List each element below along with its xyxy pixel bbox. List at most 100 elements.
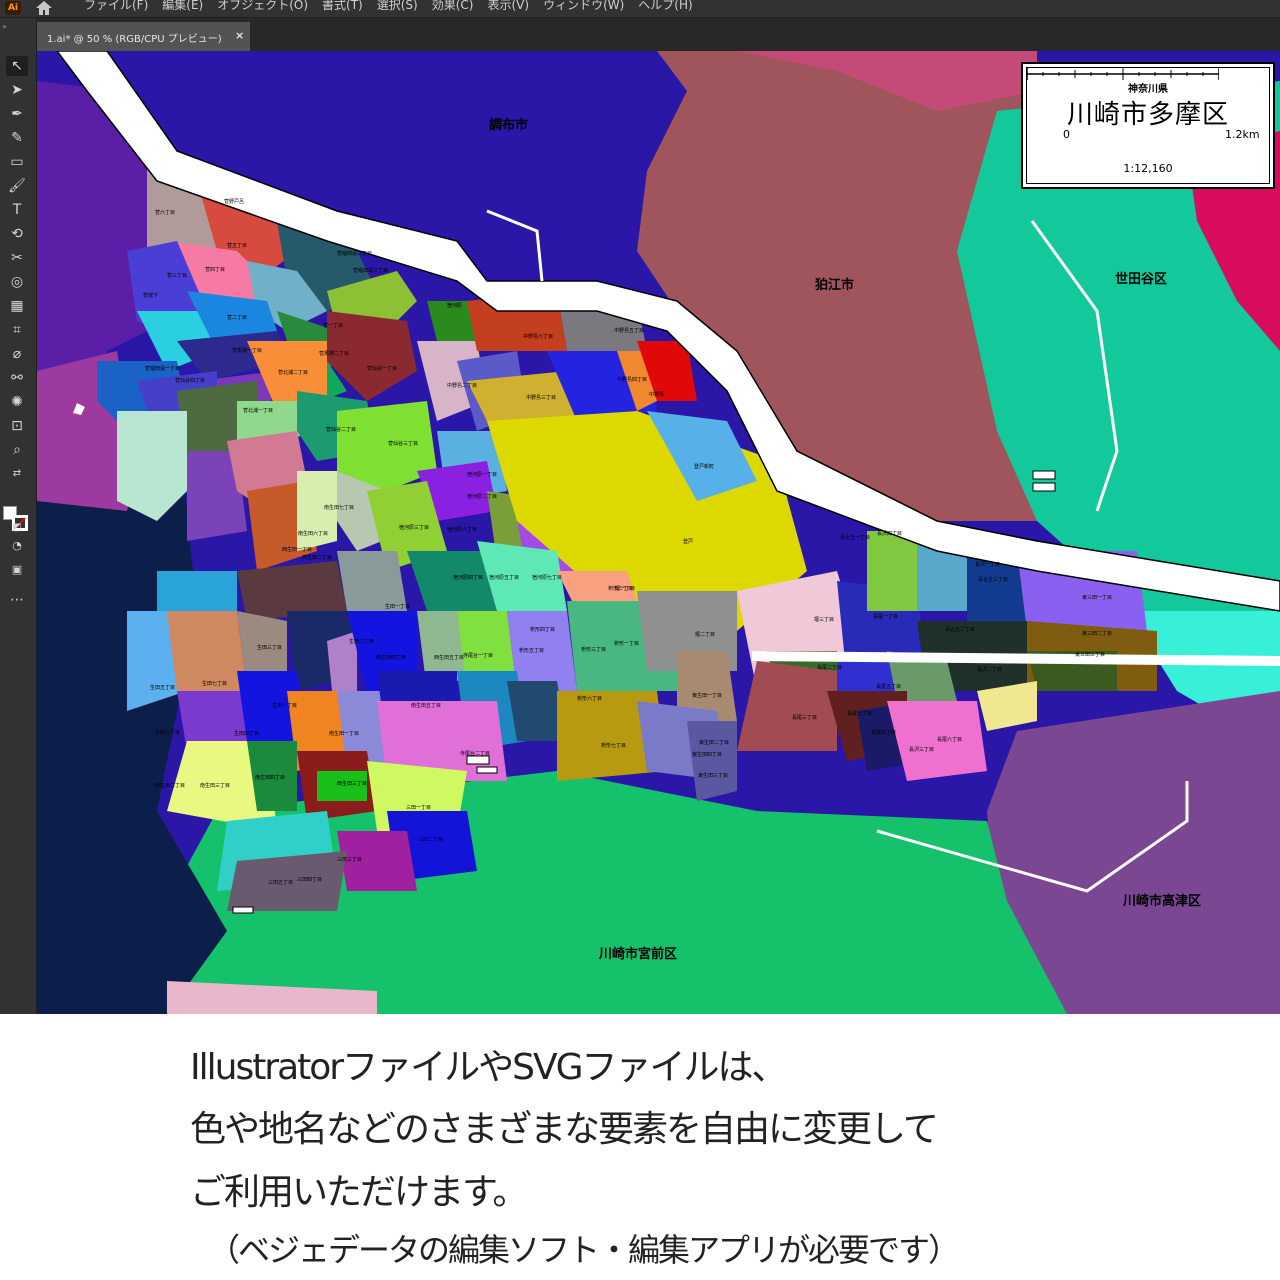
swap-colors-icon[interactable]: ⇄ — [6, 464, 28, 484]
town-label: 菅仙谷三丁目 — [388, 440, 418, 447]
zoom-tool-icon[interactable]: ⌕ — [6, 440, 28, 460]
town-label: 枡形六丁目 — [577, 695, 602, 702]
ward-title: 川崎市多摩区 — [1066, 100, 1229, 130]
scissors-tool-icon[interactable]: ✂ — [6, 248, 28, 268]
town-label: 長尾六丁目 — [937, 736, 962, 743]
panel-grip-icon[interactable]: » — [2, 22, 7, 31]
town-label: 西生田五丁目 — [434, 654, 464, 661]
town-label: 登戸 — [683, 538, 693, 545]
town-label: 堰二丁目 — [695, 631, 715, 638]
close-tab-icon[interactable]: × — [235, 29, 244, 42]
scale-ratio-label: 1:12,160 — [1123, 162, 1173, 175]
town-label: 菅仙谷四丁目 — [175, 377, 205, 384]
town-label: 菅六丁目 — [155, 209, 175, 216]
caption-line-3: ご利用いただけます。 — [190, 1172, 528, 1213]
town-label: 生田六丁目 — [155, 729, 180, 736]
scale-max-label: 1.2km — [1225, 128, 1260, 141]
caption-line-4: （ベジェデータの編集ソフト・編集アプリが必要です） — [208, 1231, 960, 1269]
selection-tool-icon[interactable]: ↖ — [6, 56, 28, 76]
town-label: 寺尾台二丁目 — [460, 750, 490, 757]
menu-item[interactable]: 編集(E) — [162, 0, 203, 14]
town-label: 生田一丁目 — [385, 603, 410, 610]
document-tab[interactable]: 1.ai* @ 50 % (RGB/CPU プレビュー) × — [37, 22, 250, 51]
town-label: 百合丘一丁目 — [840, 534, 870, 541]
map-title-frame: 神奈川県 川崎市多摩区 0 1.2km 1:12,160 — [1026, 67, 1270, 184]
menu-item[interactable]: ウィンドウ(W) — [543, 0, 624, 14]
town-label: 菅北浦二丁目 — [278, 369, 308, 376]
screen-mode-icon[interactable]: ▣ — [6, 560, 28, 580]
town-label: 長沢四丁目 — [877, 530, 902, 537]
artboard-tool-icon[interactable]: ⊡ — [6, 416, 28, 436]
town-label: 三田四丁目 — [297, 877, 322, 883]
home-icon[interactable] — [34, 0, 54, 16]
town-label: 三田二丁目 — [418, 837, 443, 843]
town-label: 堰三丁目 — [814, 616, 834, 623]
town-label: 東生田二丁目 — [699, 739, 729, 746]
symbol-sprayer-tool-icon[interactable]: ✺ — [6, 392, 28, 412]
town-label: 西生田三丁目 — [337, 780, 367, 787]
blend-tool-icon[interactable]: ⚯ — [6, 368, 28, 388]
label-takatsu: 川崎市高津区 — [1122, 893, 1201, 909]
town-label: 枡形四丁目 — [530, 626, 555, 633]
label-miyamae: 川崎市宮前区 — [598, 946, 677, 962]
town-label: 枡形一丁目 — [614, 640, 639, 647]
town-label: 中野島二丁目 — [447, 382, 477, 389]
type-tool-icon[interactable]: T — [6, 200, 28, 220]
gradient-tool-icon[interactable]: ▦ — [6, 296, 28, 316]
town-label: 東生田四丁目 — [692, 751, 722, 758]
edit-toolbar-icon[interactable]: ⋯ — [6, 590, 28, 610]
prefecture-label: 神奈川県 — [1128, 84, 1168, 95]
eyedropper-tool-icon[interactable]: ⌀ — [6, 344, 28, 364]
label-komae: 狛江市 — [814, 277, 854, 293]
paintbrush-tool-icon[interactable]: 🖌 — [6, 176, 28, 196]
town-label: 長沢三丁目 — [909, 746, 934, 753]
town-label: 中野島 — [649, 391, 664, 398]
warp-tool-icon[interactable]: ◎ — [6, 272, 28, 292]
town-label: 南生田四丁目 — [255, 774, 285, 781]
direct-selection-tool-icon[interactable]: ➤ — [6, 80, 28, 100]
town-label: 東生田一丁目 — [692, 692, 722, 699]
rotate-tool-icon[interactable]: ⟲ — [6, 224, 28, 244]
town-label: 東三田二丁目 — [1082, 630, 1112, 637]
town-label: 菅馬場一丁目 — [232, 347, 262, 354]
mesh-tool-icon[interactable]: ⌗ — [6, 320, 28, 340]
town-label: 三田五丁目 — [268, 880, 293, 886]
town-label: 長尾四丁目 — [871, 730, 896, 736]
color-mode-icon[interactable]: ◩ — [6, 518, 28, 538]
menu-item[interactable]: 書式(T) — [322, 0, 363, 14]
town-label: 長尾三丁目 — [792, 715, 817, 721]
town-label: 菅北浦一丁目 — [243, 407, 273, 414]
document-tab-bar: 1.ai* @ 50 % (RGB/CPU プレビュー) × — [37, 18, 1280, 51]
town-label: 南生田三丁目 — [200, 782, 230, 789]
rectangle-tool-icon[interactable]: ▭ — [6, 152, 28, 172]
town-label: 枡形五丁目 — [519, 647, 544, 654]
scale-bar — [1027, 68, 1219, 80]
town-label: 枡形三丁目 — [581, 646, 606, 653]
town-label: 生田二丁目 — [349, 638, 374, 645]
town-label: 生田三丁目 — [257, 644, 282, 651]
town-label: 菅仙谷二丁目 — [326, 426, 356, 433]
draw-mode-icon[interactable]: ◔ — [6, 536, 28, 556]
curvature-tool-icon[interactable]: ✎ — [6, 128, 28, 148]
town-label: 菅城下 — [143, 292, 158, 299]
menu-item[interactable]: 選択(S) — [377, 0, 418, 14]
town-label: 南生田六丁目 — [298, 530, 328, 537]
town-label: 西生田一丁目 — [282, 546, 312, 553]
town-label: 東三田一丁目 — [1082, 594, 1112, 601]
artboard-canvas[interactable]: 調布市 狛江市 世田谷区 川崎市宮前区 川崎市高津区 菅六丁目 菅野戸呂 菅五丁目菅… — [37, 51, 1280, 1014]
town-label: 生田七丁目 — [202, 680, 227, 687]
town-label: 長尾一丁目 — [873, 614, 898, 620]
pen-tool-icon[interactable]: ✒ — [6, 104, 28, 124]
menu-item[interactable]: 表示(V) — [487, 0, 529, 14]
menu-item[interactable]: ファイル(F) — [84, 0, 148, 14]
menu-item[interactable]: 効果(C) — [432, 0, 474, 14]
town-label: 百合丘二丁目 — [945, 626, 975, 633]
menu-item[interactable]: ヘルプ(H) — [638, 0, 692, 14]
label-setagaya: 世田谷区 — [1115, 271, 1167, 287]
caption-line-1: IllustratorファイルやSVGファイルは、 — [190, 1047, 787, 1088]
town-label: 枡形二丁目 — [608, 585, 633, 592]
menu-item[interactable]: オブジェクト(O) — [217, 0, 308, 14]
district-map: 調布市 狛江市 世田谷区 川崎市宮前区 川崎市高津区 菅六丁目 菅野戸呂菅五丁目菅… — [37, 51, 1280, 1014]
town-label: 三田三丁目 — [337, 857, 362, 863]
illustrator-logo: Ai — [5, 1, 21, 15]
